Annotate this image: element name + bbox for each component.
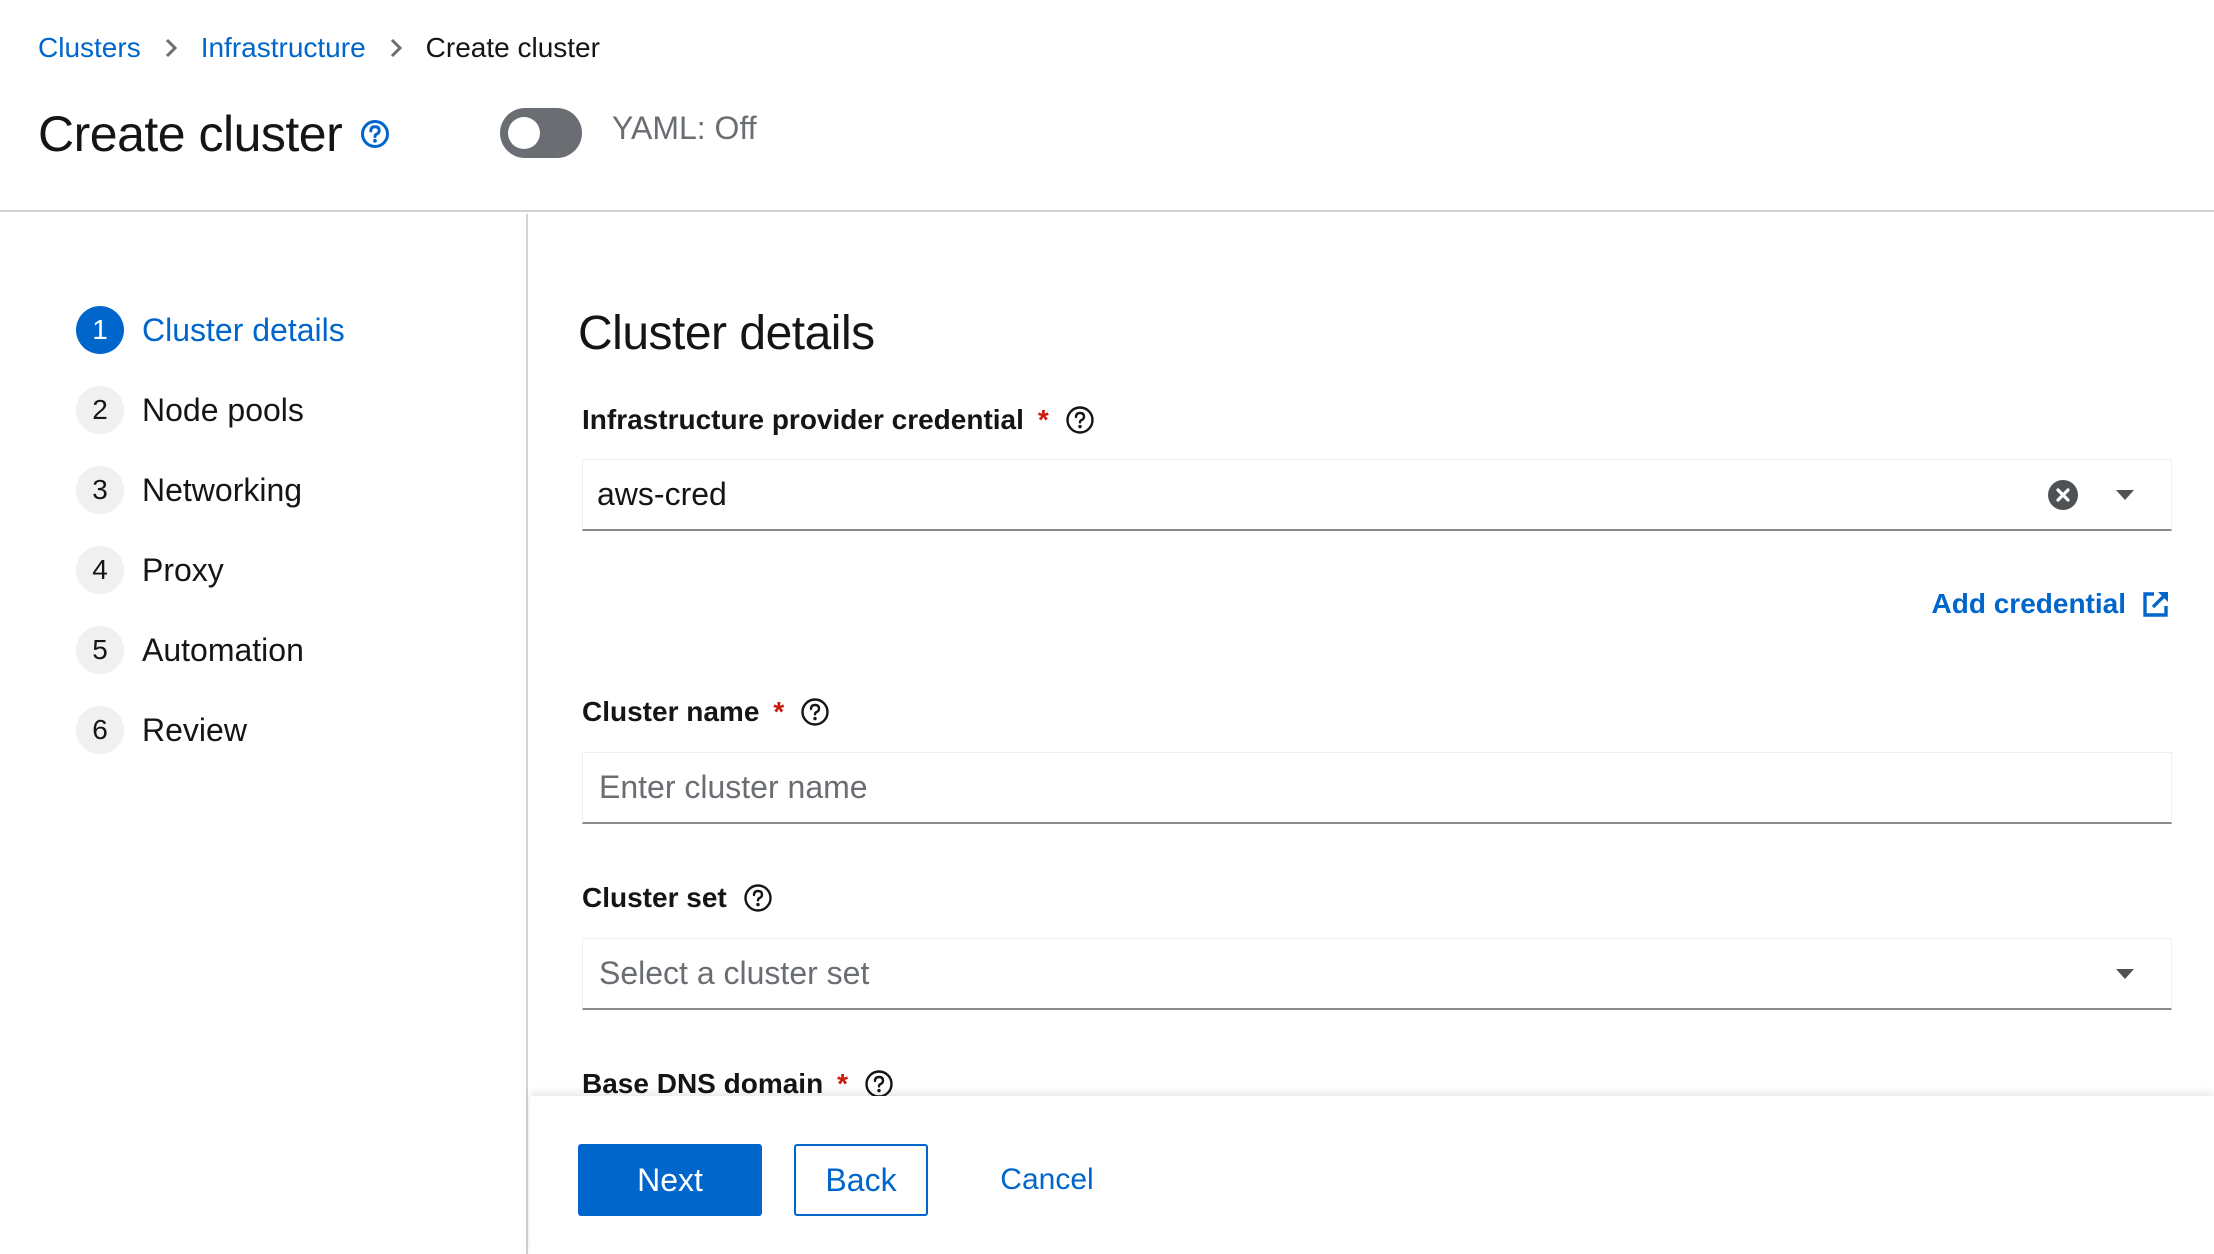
page-title: Create cluster xyxy=(38,106,343,162)
wizard-step-node-pools[interactable]: 2 Node pools xyxy=(76,384,304,436)
wizard-step-networking[interactable]: 3 Networking xyxy=(76,464,302,516)
cluster-name-input[interactable] xyxy=(599,769,2171,806)
step-label: Review xyxy=(142,711,247,748)
step-number: 1 xyxy=(76,306,124,354)
required-marker: * xyxy=(1037,404,1049,435)
external-link-icon xyxy=(2140,588,2172,620)
caret-down-icon[interactable] xyxy=(2115,489,2135,501)
wizard-nav: 1 Cluster details 2 Node pools 3 Network… xyxy=(0,214,528,1254)
help-icon[interactable] xyxy=(360,119,390,149)
clear-icon[interactable] xyxy=(2047,479,2079,511)
step-label: Networking xyxy=(142,471,303,508)
step-number: 3 xyxy=(76,466,124,514)
cluster-set-label-text: Cluster set xyxy=(582,882,727,913)
cluster-set-placeholder: Select a cluster set xyxy=(599,955,870,991)
step-number: 6 xyxy=(76,706,124,754)
yaml-toggle-label: YAML: Off xyxy=(612,110,757,146)
step-number: 4 xyxy=(76,546,124,594)
cluster-name-label: Cluster name * xyxy=(582,694,830,730)
step-label: Proxy xyxy=(142,551,224,588)
help-icon[interactable] xyxy=(864,1069,894,1099)
breadcrumb: Clusters Infrastructure Create cluster xyxy=(38,28,600,68)
step-label: Automation xyxy=(142,631,304,668)
credential-value: aws-cred xyxy=(597,476,727,512)
section-title: Cluster details xyxy=(578,307,875,360)
cluster-set-label: Cluster set xyxy=(582,880,773,916)
wizard-step-proxy[interactable]: 4 Proxy xyxy=(76,544,224,596)
credential-label: Infrastructure provider credential * xyxy=(582,402,1095,438)
add-credential-label: Add credential xyxy=(1931,588,2126,619)
back-button[interactable]: Back xyxy=(794,1144,928,1216)
step-number: 2 xyxy=(76,386,124,434)
yaml-toggle[interactable] xyxy=(500,108,582,158)
next-button[interactable]: Next xyxy=(578,1144,762,1216)
credential-label-text: Infrastructure provider credential xyxy=(582,404,1024,435)
cluster-set-select[interactable]: Select a cluster set xyxy=(582,938,2172,1010)
breadcrumb-link-clusters[interactable]: Clusters xyxy=(38,32,141,64)
title-row: Create cluster xyxy=(38,102,390,166)
step-label: Cluster details xyxy=(142,311,345,348)
step-label: Node pools xyxy=(142,391,304,428)
breadcrumb-current: Create cluster xyxy=(425,32,600,63)
wizard-footer: Next Back Cancel xyxy=(530,1096,2214,1254)
wizard-main: Cluster details Infrastructure provider … xyxy=(530,214,2214,1254)
wizard-step-automation[interactable]: 5 Automation xyxy=(76,624,304,676)
page-header: Clusters Infrastructure Create cluster C… xyxy=(0,0,2214,212)
required-marker: * xyxy=(773,696,785,727)
toggle-knob xyxy=(508,117,540,149)
help-icon[interactable] xyxy=(1065,405,1095,435)
chevron-right-icon xyxy=(366,37,426,59)
help-icon[interactable] xyxy=(800,697,830,727)
wizard-step-review[interactable]: 6 Review xyxy=(76,704,247,756)
step-number: 5 xyxy=(76,626,124,674)
cancel-button[interactable]: Cancel xyxy=(970,1144,1124,1216)
cluster-name-field[interactable] xyxy=(582,752,2172,824)
add-credential-link[interactable]: Add credential xyxy=(1932,584,2172,624)
wizard: 1 Cluster details 2 Node pools 3 Network… xyxy=(0,214,2214,1254)
wizard-step-cluster-details[interactable]: 1 Cluster details xyxy=(76,304,345,356)
breadcrumb-link-infrastructure[interactable]: Infrastructure xyxy=(201,32,366,64)
cluster-name-label-text: Cluster name xyxy=(582,696,760,727)
caret-down-icon[interactable] xyxy=(2115,968,2135,980)
credential-select[interactable]: aws-cred xyxy=(582,459,2172,531)
chevron-right-icon xyxy=(141,37,201,59)
help-icon[interactable] xyxy=(743,883,773,913)
